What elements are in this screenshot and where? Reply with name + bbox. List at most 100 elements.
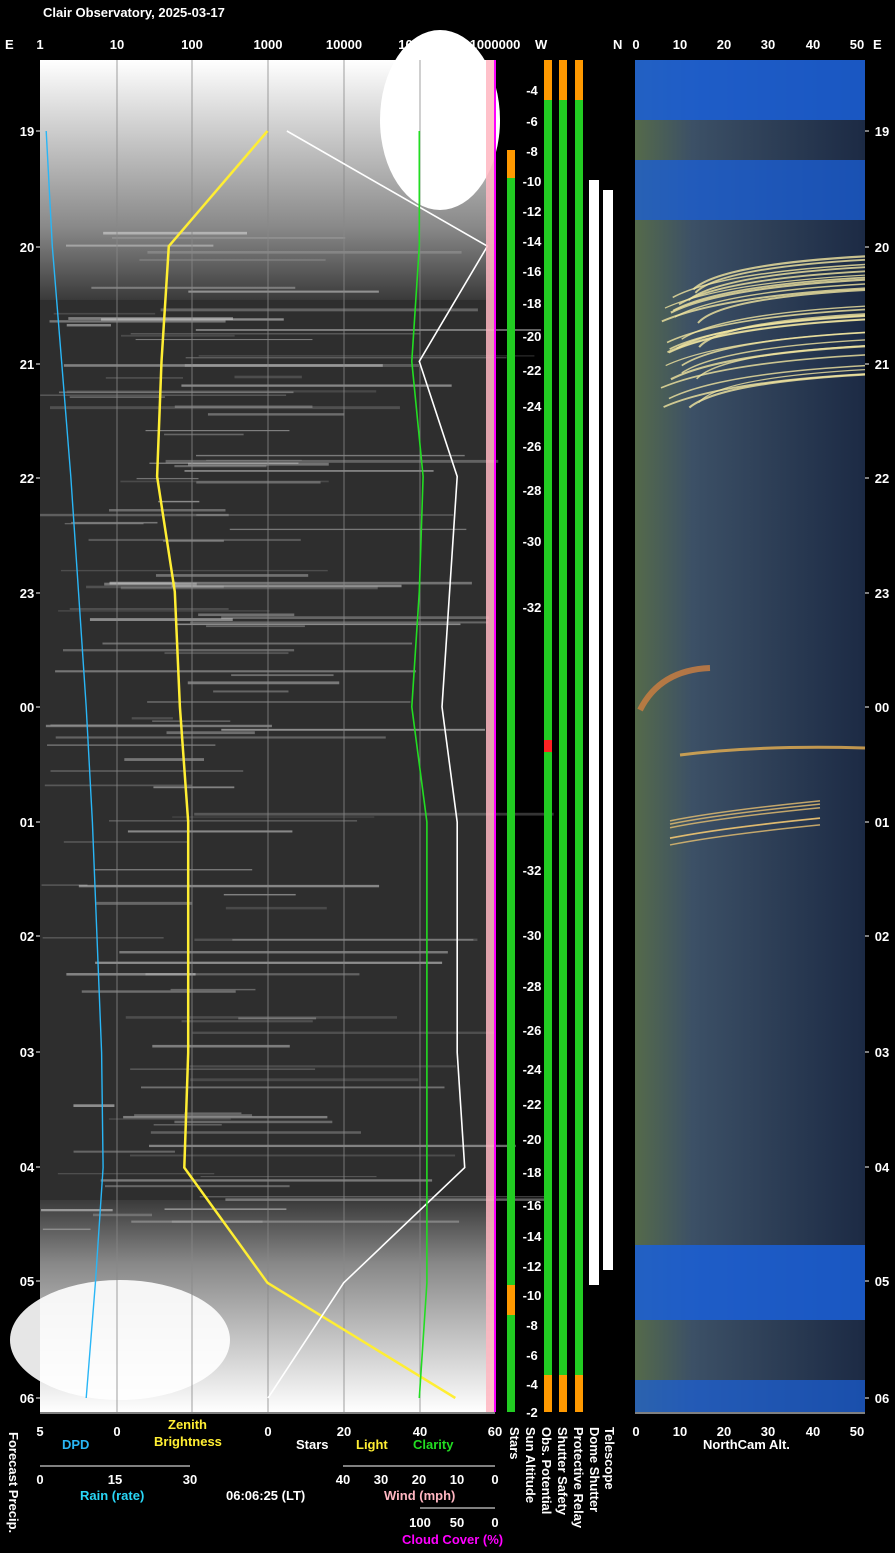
status-column-bar <box>559 60 567 1412</box>
sun-altitude-tick: -20 <box>523 1132 542 1147</box>
streak <box>73 1104 115 1107</box>
status-column-bar <box>575 60 583 1412</box>
cam-tick-bottom: 30 <box>761 1424 775 1439</box>
north-label: N <box>613 37 622 52</box>
sun-altitude-tick: -18 <box>523 1165 542 1180</box>
stars-label: Stars <box>296 1437 329 1452</box>
streak <box>213 690 289 693</box>
streak <box>71 521 158 524</box>
status-warn-segment <box>575 1375 583 1412</box>
streak <box>165 459 499 463</box>
streak <box>150 1131 361 1134</box>
dpd-tick: 5 <box>36 1424 43 1439</box>
clarity-tick: 20 <box>337 1424 351 1439</box>
streak <box>91 286 296 289</box>
streak <box>221 616 490 620</box>
time-tick-right: 19 <box>875 124 889 139</box>
streak <box>78 884 380 888</box>
streak <box>120 334 235 337</box>
sun-altitude-tick: -28 <box>523 483 542 498</box>
streak <box>109 820 358 822</box>
streak <box>40 394 287 396</box>
sun-altitude-tick: -16 <box>523 264 542 279</box>
sun-altitude-tick: -14 <box>523 1229 543 1244</box>
streak <box>187 681 340 685</box>
cam-tick-top: 0 <box>632 37 639 52</box>
time-tick-right: 02 <box>875 929 889 944</box>
rain-tick: 30 <box>183 1472 197 1487</box>
sun-altitude-tick: -10 <box>523 1288 542 1303</box>
streak <box>40 513 229 517</box>
streak <box>109 581 472 585</box>
sun-altitude-tick: -30 <box>523 928 542 943</box>
sun-altitude-tick: -32 <box>523 600 542 615</box>
status-warn-segment <box>575 60 583 100</box>
time-tick-left: 00 <box>20 700 34 715</box>
streak <box>69 608 229 610</box>
streak <box>42 1228 91 1231</box>
status-column-label: Shutter Safety <box>555 1427 570 1516</box>
streak <box>60 569 328 572</box>
streak <box>207 413 345 416</box>
stars-status-bar <box>507 178 515 1412</box>
streak <box>66 323 111 327</box>
rain-tick: 15 <box>108 1472 122 1487</box>
dpd-tick: 0 <box>113 1424 120 1439</box>
streak <box>96 901 193 905</box>
streak <box>155 574 309 577</box>
time-tick-left: 03 <box>20 1045 34 1060</box>
status-warn-segment <box>544 60 552 100</box>
sun-altitude-tick: -14 <box>523 234 543 249</box>
time-tick-left: 21 <box>20 357 34 372</box>
sun-altitude-tick: -2 <box>526 1405 538 1420</box>
sun-altitude-tick: -8 <box>526 1318 538 1333</box>
sun-altitude-tick: -8 <box>526 144 538 159</box>
time-tick-right: 23 <box>875 586 889 601</box>
time-tick-right: 01 <box>875 815 889 830</box>
wind-strip <box>486 60 495 1412</box>
streak <box>225 1198 550 1201</box>
rain-label: Rain (rate) <box>80 1488 144 1503</box>
streak <box>50 770 244 772</box>
northcam-label: NorthCam Alt. <box>703 1437 790 1452</box>
streak <box>47 744 216 746</box>
streak <box>73 1150 175 1153</box>
status-warn-segment <box>559 60 567 100</box>
sun-altitude-tick: -30 <box>523 534 542 549</box>
time-tick-left: 02 <box>20 929 34 944</box>
streak <box>229 528 467 531</box>
streak <box>92 1213 153 1217</box>
cam-tick-bottom: 10 <box>673 1424 687 1439</box>
streak <box>102 642 413 645</box>
streak <box>189 1065 457 1068</box>
streak <box>147 701 411 703</box>
streak <box>66 390 377 393</box>
telescope-bar <box>603 190 613 1270</box>
status-column-label: Dome Shutter <box>587 1427 602 1512</box>
sun-altitude-tick: -4 <box>526 83 538 98</box>
time-axis-left: 19 20 21 22 23 00 01 02 03 04 05 06 <box>20 124 40 1406</box>
streak <box>171 1220 263 1223</box>
sun-altitude-tick: -16 <box>523 1198 542 1213</box>
cloud-tick: 100 <box>409 1515 431 1530</box>
time-tick-right: 04 <box>875 1160 890 1175</box>
status-warn-segment <box>544 1375 552 1412</box>
status-column-label: Telescope <box>602 1427 617 1490</box>
streak <box>152 1044 290 1048</box>
status-column-labels: Stars Sun Altitude Obs. Potential Shutter S… <box>507 1427 617 1529</box>
cloud-tick: 0 <box>491 1515 498 1530</box>
wind-label: Wind (mph) <box>384 1488 455 1503</box>
streak <box>53 312 156 315</box>
cam-tick-top: 20 <box>717 37 731 52</box>
streak <box>152 720 231 722</box>
streak <box>111 237 346 239</box>
rain-tick: 0 <box>36 1472 43 1487</box>
streak <box>123 1115 328 1119</box>
time-tick-right: 00 <box>875 700 889 715</box>
streak <box>153 1124 222 1126</box>
cloud-label: Cloud Cover (%) <box>402 1532 503 1547</box>
streak <box>225 906 327 910</box>
streak <box>136 477 199 480</box>
streak <box>188 290 379 293</box>
streak <box>164 433 244 436</box>
